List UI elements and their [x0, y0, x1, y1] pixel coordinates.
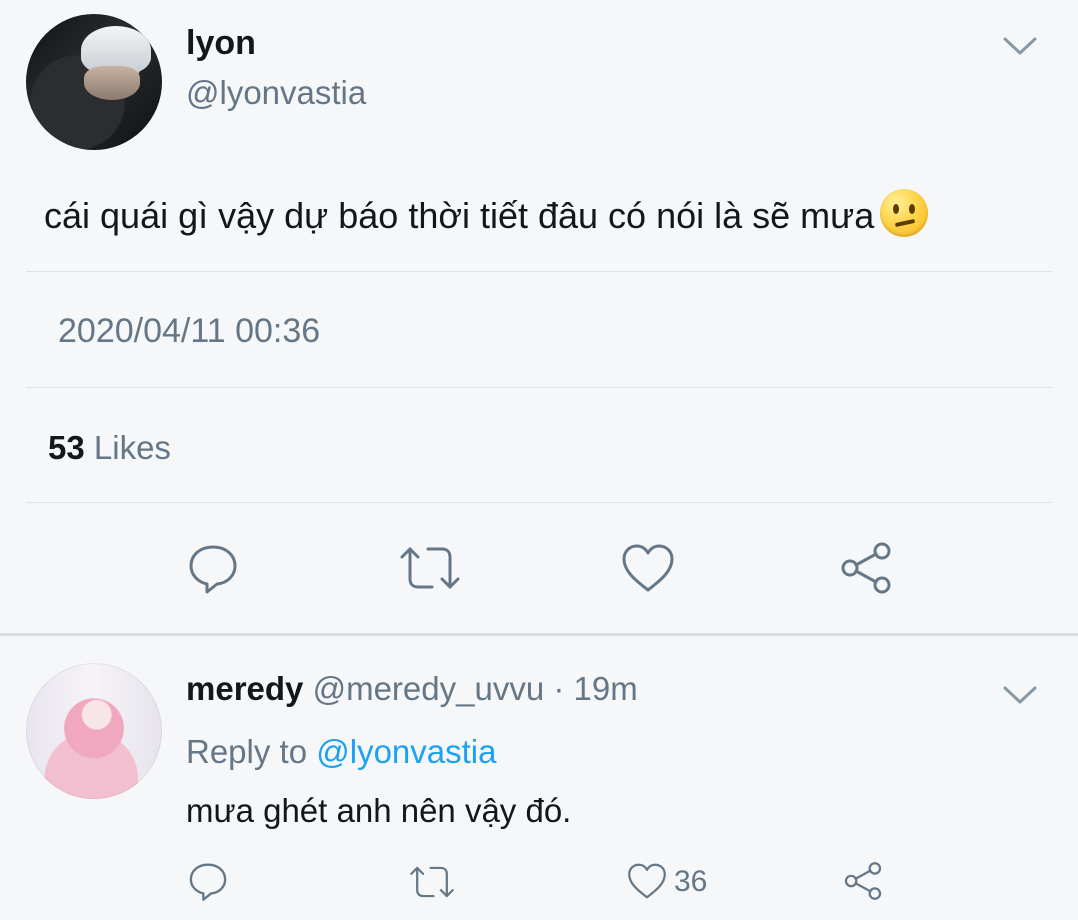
- author-display-name[interactable]: lyon: [186, 26, 256, 60]
- reply-icon[interactable]: [186, 541, 240, 600]
- like-icon[interactable]: [620, 541, 676, 600]
- reply-text: mưa ghét anh nên vậy đó.: [186, 792, 572, 829]
- divider: [26, 387, 1052, 388]
- divider: [26, 271, 1052, 272]
- tweet-timestamp[interactable]: 2020/04/11 00:36: [58, 314, 320, 348]
- reply-handle-time[interactable]: @meredy_uvvu · 19m: [313, 670, 638, 707]
- tweet-text: cái quái gì vậy dự báo thời tiết đâu có …: [44, 188, 929, 244]
- author-avatar[interactable]: [26, 14, 162, 150]
- reply-retweet-icon[interactable]: [408, 862, 456, 907]
- reply-like-icon[interactable]: [626, 861, 668, 906]
- reply-options-chevron-icon[interactable]: [1002, 682, 1038, 706]
- author-handle[interactable]: @lyonvastia: [186, 76, 366, 109]
- tweet-text-content: cái quái gì vậy dự báo thời tiết đâu có …: [44, 195, 875, 236]
- reply-header: meredy @meredy_uvvu · 19m: [186, 672, 638, 705]
- tweet-options-chevron-icon[interactable]: [1002, 33, 1038, 57]
- likes-summary[interactable]: 53 Likes: [48, 431, 171, 464]
- section-divider: [0, 633, 1078, 636]
- likes-count: 53: [48, 429, 85, 466]
- reply-author-avatar[interactable]: [26, 663, 162, 799]
- reply-to-line: Reply to @lyonvastia: [186, 735, 496, 768]
- reply-like-count: 36: [674, 865, 708, 898]
- reply-reply-icon[interactable]: [187, 860, 229, 907]
- reply-to-label: Reply to: [186, 733, 308, 770]
- reply-to-mention-link[interactable]: @lyonvastia: [316, 733, 496, 770]
- reply-author-name[interactable]: meredy: [186, 670, 303, 707]
- retweet-icon[interactable]: [398, 541, 462, 600]
- share-icon[interactable]: [838, 541, 894, 600]
- likes-label: Likes: [93, 429, 171, 466]
- reply-share-icon[interactable]: [842, 861, 884, 906]
- confused-face-emoji-icon: [880, 189, 929, 237]
- divider: [26, 502, 1052, 503]
